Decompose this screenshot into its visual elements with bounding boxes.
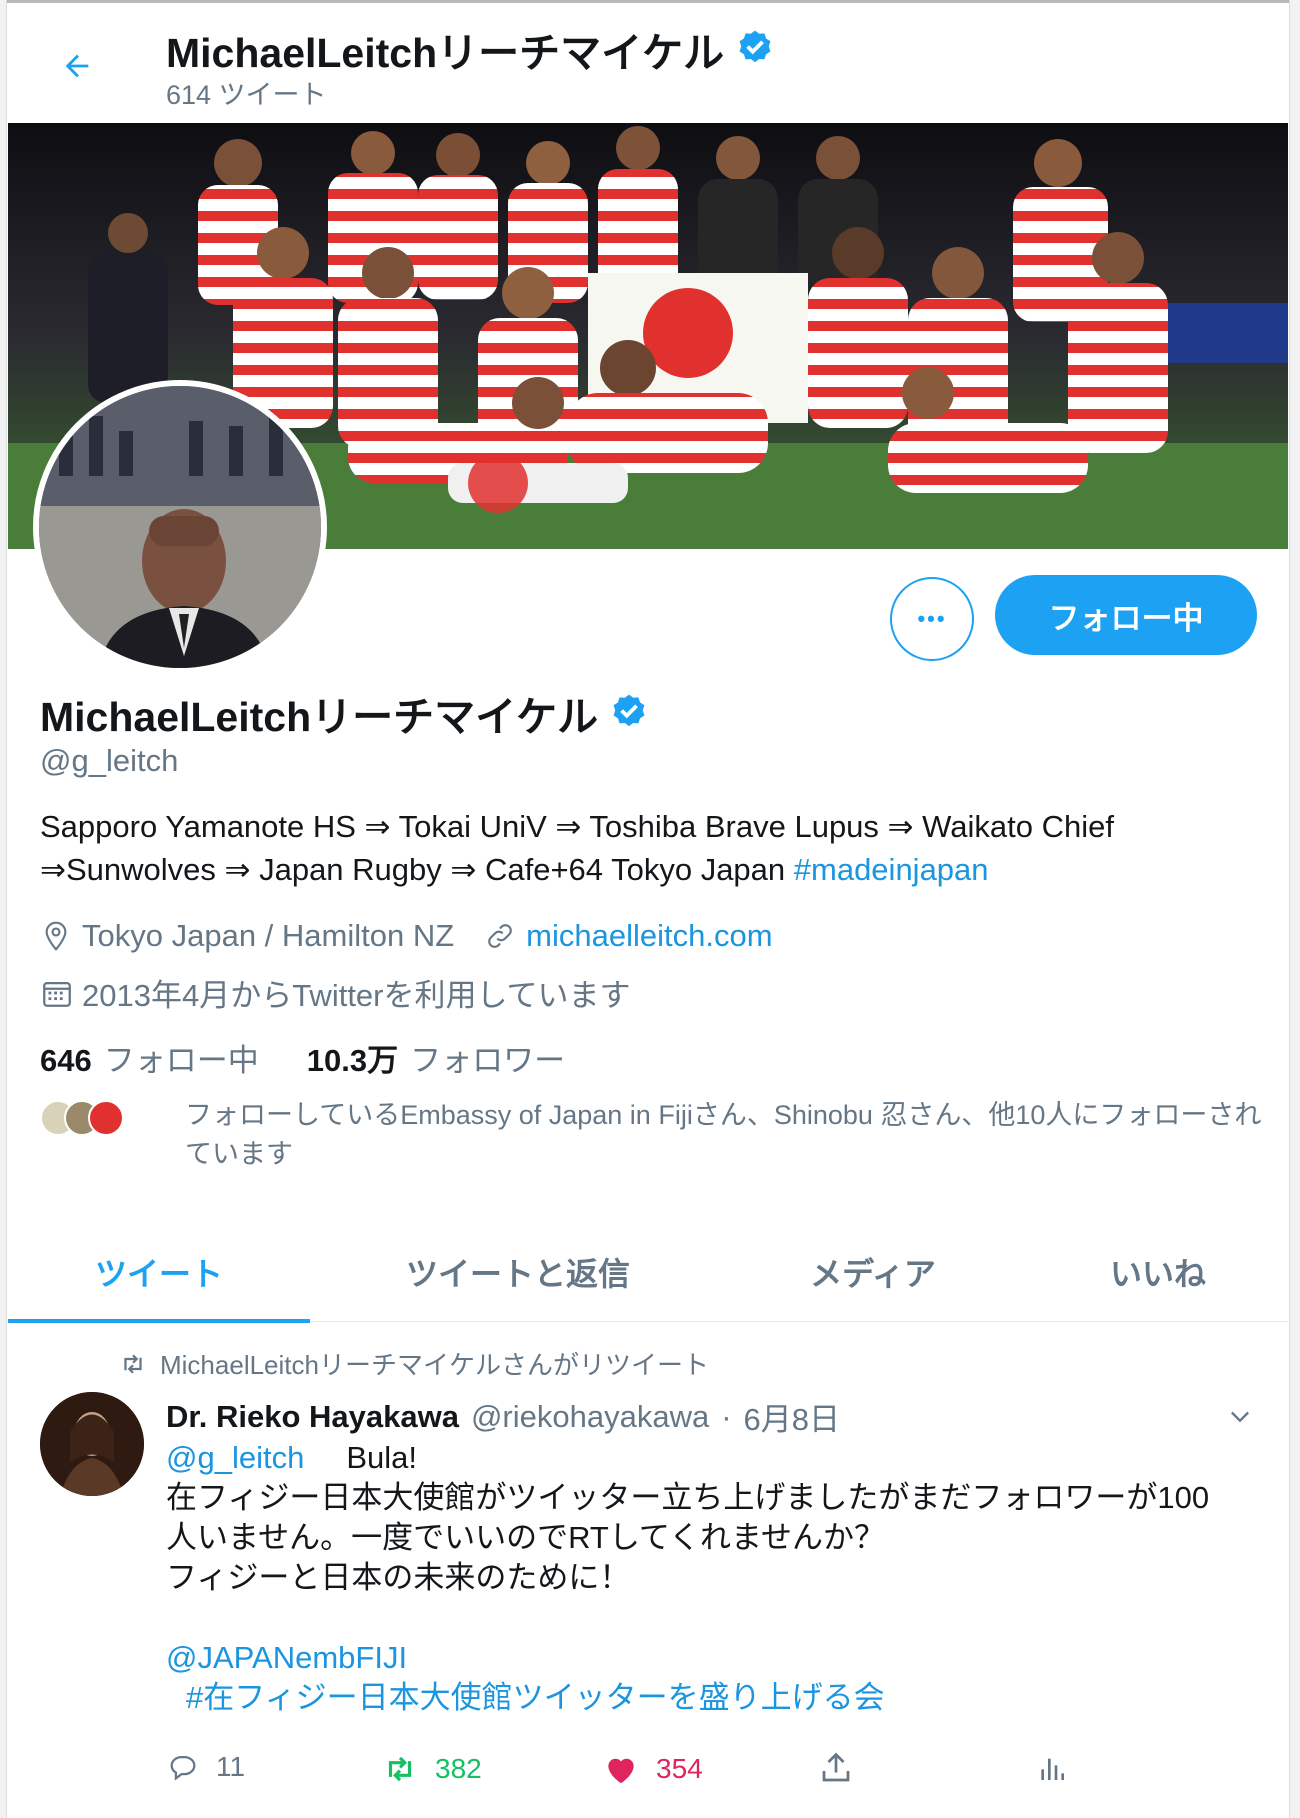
back-arrow-icon xyxy=(65,54,89,78)
profile-handle: @g_leitch xyxy=(40,743,179,778)
retweet-icon xyxy=(124,1353,142,1374)
header-name: MichaelLeitchリーチマイケル xyxy=(166,30,725,76)
joined-text: 2013年4月からTwitterを利用しています xyxy=(82,978,631,1013)
reply-button[interactable]: 11 xyxy=(166,1750,245,1784)
retweet-count: 382 xyxy=(435,1753,482,1784)
like-count: 354 xyxy=(656,1753,703,1784)
analytics-button[interactable] xyxy=(1036,1750,1068,1786)
tweet-body: @g_leitch Bula! 在フィジー日本大使館がツイッター立ち上げましたがま… xyxy=(166,1438,1266,1718)
profile-name: MichaelLeitchリーチマイケル xyxy=(40,683,650,743)
followed-by-avatars xyxy=(40,1096,140,1140)
profile-meta-row: Tokyo Japan / Hamilton NZ michaelleitch.… xyxy=(40,918,773,954)
profile-display-name: MichaelLeitchリーチマイケル xyxy=(40,694,599,740)
like-icon xyxy=(608,1758,634,1784)
left-border xyxy=(0,0,7,1818)
following-button[interactable]: フォロー中 xyxy=(995,575,1257,655)
reply-count: 11 xyxy=(216,1751,246,1782)
more-options-button[interactable]: ••• xyxy=(890,577,974,661)
website-item: michaelleitch.com xyxy=(484,918,773,954)
share-button[interactable] xyxy=(818,1750,854,1786)
tweet-author-handle[interactable]: @riekohayakawa xyxy=(471,1399,709,1435)
right-border xyxy=(1289,0,1300,1818)
followed-by-text: フォローしているEmbassy of Japan in Fijiさん、Shino… xyxy=(185,1100,1262,1169)
tweet-header: Dr. Rieko Hayakawa @riekohayakawa · 6月8日 xyxy=(166,1394,840,1439)
following-stat[interactable]: 646 フォロー中 xyxy=(40,1035,259,1080)
tweet-mention-link[interactable]: @g_leitch xyxy=(166,1440,304,1475)
reply-icon xyxy=(170,1755,196,1781)
followers-stat[interactable]: 10.3万 フォロワー xyxy=(307,1035,565,1080)
share-icon xyxy=(822,1752,850,1782)
tweet-mention2-link[interactable]: @JAPANembFIJI xyxy=(166,1638,1266,1678)
follow-stats: 646 フォロー中 10.3万 フォロワー xyxy=(40,1035,613,1080)
tab-media-label: メディア xyxy=(810,1256,936,1292)
avatar-photo xyxy=(39,386,321,668)
verified-badge-icon xyxy=(739,30,771,63)
followers-label: フォロワー xyxy=(410,1043,566,1078)
followed-by-row[interactable]: フォローしているEmbassy of Japan in Fijiさん、Shino… xyxy=(40,1096,1270,1174)
location-item: Tokyo Japan / Hamilton NZ xyxy=(40,918,454,954)
retweet-button[interactable]: 382 xyxy=(381,1750,482,1788)
retweet-icon xyxy=(388,1756,412,1782)
link-icon xyxy=(488,924,512,948)
chevron-down-icon xyxy=(1231,1411,1249,1423)
tab-tweets-and-replies[interactable]: ツイートと返信 xyxy=(353,1222,683,1322)
tweet-date[interactable]: 6月8日 xyxy=(744,1394,840,1439)
location-icon xyxy=(45,921,67,951)
tab-replies-label: ツイートと返信 xyxy=(405,1256,630,1292)
tweet-count: 614 ツイート xyxy=(166,80,327,110)
tweet-hashtag-line: #在フィジー日本大使館ツイッターを盛り上げる会 xyxy=(166,1678,1266,1718)
back-button[interactable] xyxy=(52,41,102,91)
joined-row: 2013年4月からTwitterを利用しています xyxy=(40,970,631,1015)
header-title: MichaelLeitchリーチマイケル xyxy=(166,19,776,79)
following-count: 646 xyxy=(40,1043,92,1078)
like-button[interactable]: 354 xyxy=(602,1750,703,1788)
retweet-context-text: MichaelLeitchリーチマイケルさんがリツイート xyxy=(160,1350,709,1380)
tab-likes-label: いいね xyxy=(1109,1256,1206,1292)
tab-likes[interactable]: いいね xyxy=(1058,1222,1258,1322)
analytics-icon xyxy=(1041,1758,1064,1780)
following-label: フォロー中 xyxy=(103,1043,259,1078)
tweet-actions: 11 382 354 xyxy=(166,1750,1086,1796)
profile-tabs: ツイート ツイートと返信 メディア いいね xyxy=(8,1222,1288,1323)
tweet-line-2: 人いません。一度でいいのでRTしてくれませんか？ xyxy=(166,1520,886,1555)
followers-count: 10.3万 xyxy=(306,1043,399,1078)
more-options-label: ••• xyxy=(917,606,947,631)
tweet-menu-button[interactable] xyxy=(1220,1396,1260,1436)
profile-bio: Sapporo Yamanote HS ⇒ Tokai UniV ⇒ Toshi… xyxy=(40,805,1270,891)
mini-avatar xyxy=(88,1100,124,1136)
location-text: Tokyo Japan / Hamilton NZ xyxy=(82,918,455,953)
tweet-author-name[interactable]: Dr. Rieko Hayakawa xyxy=(166,1399,459,1435)
retweet-context: MichaelLeitchリーチマイケルさんがリツイート xyxy=(118,1345,709,1382)
tab-media[interactable]: メディア xyxy=(748,1222,998,1322)
tab-tweets-label: ツイート xyxy=(94,1256,223,1292)
tweet-greeting: Bula! xyxy=(346,1440,417,1475)
tweet-first-line: @g_leitch Bula! xyxy=(166,1438,1266,1478)
tweet-hashtag-link[interactable]: #在フィジー日本大使館ツイッターを盛り上げる会 xyxy=(186,1680,885,1715)
tweet-line-3: フィジーと日本の未来のために！ xyxy=(166,1560,631,1595)
website-link[interactable]: michaelleitch.com xyxy=(526,918,772,954)
bio-hashtag-link[interactable]: #madeinjapan xyxy=(794,852,989,887)
profile-avatar[interactable] xyxy=(33,380,327,674)
tweet-separator: · xyxy=(721,1398,732,1434)
tab-tweets[interactable]: ツイート xyxy=(8,1222,310,1322)
profile-header: MichaelLeitchリーチマイケル 614 ツイート xyxy=(8,3,1288,121)
tweet-line-1: 在フィジー日本大使館がツイッター立ち上げましたがまだフォロワーが100 xyxy=(166,1480,1210,1515)
tweet-avatar-image xyxy=(40,1392,144,1496)
calendar-icon xyxy=(43,981,71,1007)
tweet-author-avatar[interactable] xyxy=(40,1392,144,1496)
active-tab-indicator xyxy=(8,1319,310,1323)
verified-badge-icon xyxy=(613,694,645,727)
